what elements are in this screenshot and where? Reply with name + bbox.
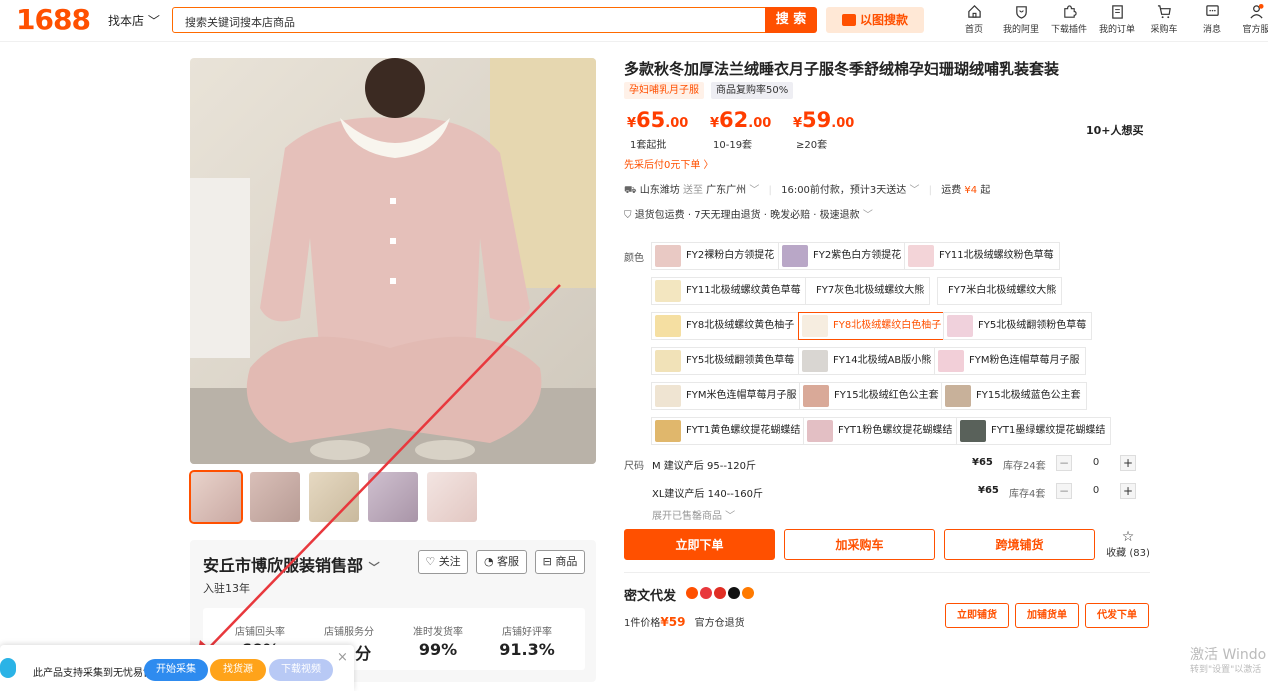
find-source-button[interactable]: 找货源	[210, 659, 266, 681]
plugin-mascot-icon	[0, 658, 16, 678]
activation-watermark-sub: 转到"设置"以激活	[1190, 665, 1262, 675]
close-icon[interactable]: ×	[337, 650, 348, 665]
start-collect-button[interactable]: 开始采集	[144, 659, 208, 681]
activation-watermark: 激活 Windo	[1190, 647, 1267, 663]
download-video-button[interactable]: 下载视频	[269, 659, 333, 681]
annotation-arrow	[196, 284, 561, 661]
plugin-message: 此产品支持采集到无忧易售	[33, 668, 153, 679]
